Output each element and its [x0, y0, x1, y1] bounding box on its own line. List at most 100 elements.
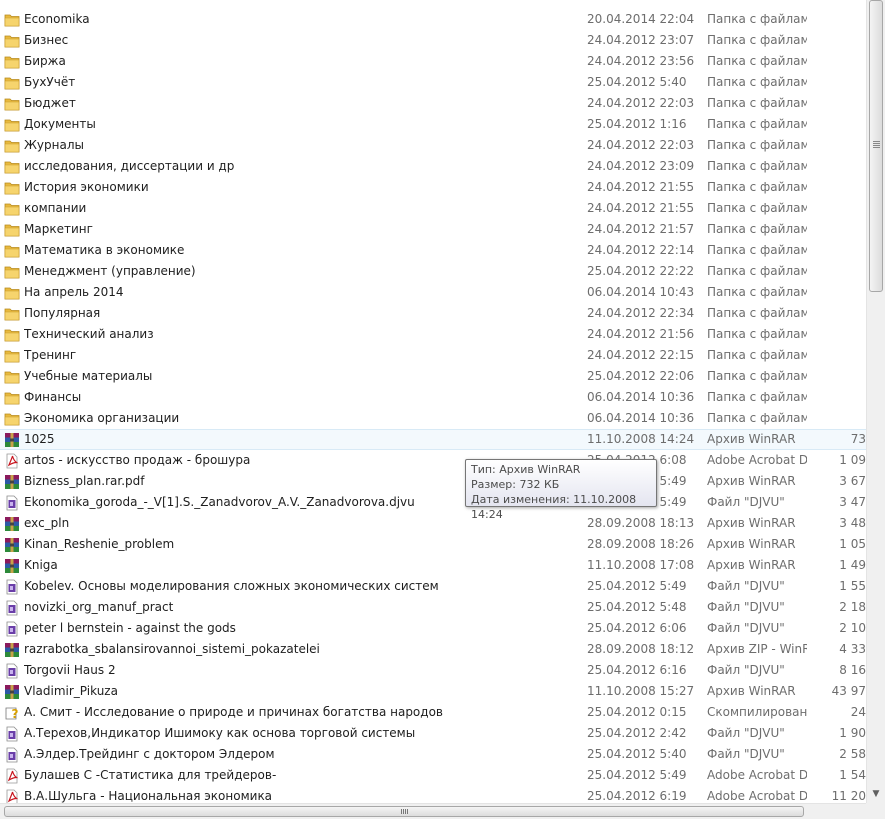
file-date: 25.04.2012 0:15 — [587, 705, 687, 719]
file-row[interactable]: Ekonomika_goroda_-_V[1].S._Zanadvorov_A.… — [0, 492, 866, 513]
vertical-scroll-thumb[interactable] — [869, 0, 883, 292]
file-date: 25.04.2012 5:49 — [587, 579, 687, 593]
file-list[interactable]: Economika 20.04.2014 22:04 Папка с файлами… — [0, 0, 866, 803]
file-size: 1 55 — [839, 579, 866, 593]
file-date: 24.04.2012 23:56 — [587, 54, 695, 68]
file-row[interactable]: novizki_org_manuf_pract 25.04.2012 5:48 Фа… — [0, 597, 866, 618]
file-row[interactable]: Менеджмент (управление) 25.04.2012 22:22 П… — [0, 261, 866, 282]
winrar-archive-icon — [4, 516, 20, 532]
file-type: Архив WinRAR — [707, 558, 796, 572]
scrollbar-corner — [866, 803, 885, 819]
file-row[interactable]: компании 24.04.2012 21:55 Папка с файлами — [0, 198, 866, 219]
grip-icon — [401, 809, 409, 814]
file-name: peter l bernstein - against the gods — [24, 621, 236, 635]
file-size: 3 48 — [839, 516, 866, 530]
file-type: Папка с файлами — [707, 390, 807, 404]
horizontal-scroll-thumb[interactable] — [4, 806, 804, 817]
file-row[interactable]: Булашев С -Статистика для трейдеров- 25.0… — [0, 765, 866, 786]
file-date: 11.10.2008 14:24 — [587, 432, 695, 446]
file-row[interactable]: exc_pln 28.09.2008 18:13 Архив WinRAR 3 48 — [0, 513, 866, 534]
file-row[interactable]: Economika 20.04.2014 22:04 Папка с файлами — [0, 9, 866, 30]
file-row[interactable]: Популярная 24.04.2012 22:34 Папка с файлам… — [0, 303, 866, 324]
file-date: 25.04.2012 5:40 — [587, 75, 687, 89]
file-row[interactable]: Технический анализ 24.04.2012 21:56 Папка … — [0, 324, 866, 345]
file-row[interactable]: Документы 25.04.2012 1:16 Папка с файлами — [0, 114, 866, 135]
pdf-icon — [4, 768, 20, 784]
file-row[interactable]: 1025 11.10.2008 14:24 Архив WinRAR 73 — [0, 429, 866, 450]
file-name: Учебные материалы — [24, 369, 153, 383]
file-row[interactable]: Kinan_Reshenie_problem 28.09.2008 18:26 Ар… — [0, 534, 866, 555]
file-type: Папка с файлами — [707, 33, 807, 47]
file-row[interactable]: Бизнес 24.04.2012 23:07 Папка с файлами — [0, 30, 866, 51]
file-row[interactable]: Маркетинг 24.04.2012 21:57 Папка с файлами — [0, 219, 866, 240]
file-row[interactable]: В.А.Шульга - Национальная экономика 25.04… — [0, 786, 866, 803]
file-name: Маркетинг — [24, 222, 93, 236]
file-row[interactable]: Kniga 11.10.2008 17:08 Архив WinRAR 1 49 — [0, 555, 866, 576]
horizontal-scrollbar[interactable] — [0, 803, 866, 819]
file-type: Папка с файлами — [707, 348, 807, 362]
file-size: 11 20 — [831, 789, 866, 803]
file-row[interactable]: Журналы 24.04.2012 22:03 Папка с файлами — [0, 135, 866, 156]
file-name: Economika — [24, 12, 90, 26]
file-tooltip: Тип: Архив WinRAR Размер: 732 КБ Дата из… — [465, 459, 657, 521]
file-type: Папка с файлами — [707, 75, 807, 89]
file-row[interactable]: исследования, диссертации и др 24.04.2012… — [0, 156, 866, 177]
file-date: 28.09.2008 18:12 — [587, 642, 695, 656]
file-row[interactable]: Torgovii Haus 2 25.04.2012 6:16 Файл "DJVU… — [0, 660, 866, 681]
file-name: Kniga — [24, 558, 58, 572]
file-name: Математика в экономике — [24, 243, 185, 257]
file-row[interactable]: Kobelev. Основы моделирования сложных эк… — [0, 576, 866, 597]
file-type: Папка с файлами — [707, 96, 807, 110]
file-row[interactable]: peter l bernstein - against the gods 25.0… — [0, 618, 866, 639]
winrar-archive-icon — [4, 432, 20, 448]
file-row[interactable]: БухУчёт 25.04.2012 5:40 Папка с файлами — [0, 72, 866, 93]
file-name: А.Элдер.Трейдинг с доктором Элдером — [24, 747, 275, 761]
file-row[interactable]: На апрель 2014 06.04.2014 10:43 Папка с фа… — [0, 282, 866, 303]
file-name: История экономики — [24, 180, 149, 194]
file-name: Kobelev. Основы моделирования сложных эк… — [24, 579, 439, 593]
file-name: Экономика организации — [24, 411, 180, 425]
tooltip-size: Размер: 732 КБ — [471, 478, 560, 491]
chm-help-file-icon: ? — [4, 705, 20, 721]
file-name: razrabotka_sbalansirovannoi_sistemi_poka… — [24, 642, 320, 656]
vertical-scrollbar[interactable]: ▼ — [866, 0, 885, 803]
file-size: 2 58 — [839, 747, 866, 761]
file-row[interactable]: Бюджет 24.04.2012 22:03 Папка с файлами — [0, 93, 866, 114]
file-row[interactable]: А.Терехов,Индикатор Ишимоку как основа т… — [0, 723, 866, 744]
file-date: 11.10.2008 15:27 — [587, 684, 695, 698]
folder-icon — [4, 264, 20, 280]
folder-icon — [4, 411, 20, 427]
file-row[interactable]: Vladimir_Pikuza 11.10.2008 15:27 Архив Win… — [0, 681, 866, 702]
file-row[interactable]: razrabotka_sbalansirovannoi_sistemi_poka… — [0, 639, 866, 660]
file-row[interactable]: ? А. Смит - Исследование о природе и прич… — [0, 702, 866, 723]
file-type: Папка с файлами — [707, 411, 807, 425]
folder-icon — [4, 390, 20, 406]
file-size: 2 18 — [839, 600, 866, 614]
file-row[interactable]: А.Элдер.Трейдинг с доктором Элдером 25.04… — [0, 744, 866, 765]
file-row[interactable]: Учебные материалы 25.04.2012 22:06 Папка с… — [0, 366, 866, 387]
file-type: Скомпилирован... — [707, 705, 807, 719]
file-date: 25.04.2012 6:16 — [587, 663, 687, 677]
file-row[interactable]: Тренинг 24.04.2012 22:15 Папка с файлами — [0, 345, 866, 366]
file-name: Torgovii Haus 2 — [24, 663, 116, 677]
winrar-archive-icon — [4, 474, 20, 490]
file-type: Архив WinRAR — [707, 537, 796, 551]
file-type: Файл "DJVU" — [707, 495, 785, 509]
file-row[interactable]: Математика в экономике 24.04.2012 22:14 Па… — [0, 240, 866, 261]
file-date: 25.04.2012 2:42 — [587, 726, 687, 740]
file-type: Папка с файлами — [707, 138, 807, 152]
file-date: 24.04.2012 22:15 — [587, 348, 695, 362]
file-name: На апрель 2014 — [24, 285, 124, 299]
scroll-down-arrow-icon[interactable]: ▼ — [869, 787, 883, 801]
file-type: Файл "DJVU" — [707, 621, 785, 635]
file-date: 24.04.2012 21:55 — [587, 180, 695, 194]
file-type: Adobe Acrobat D... — [707, 453, 807, 467]
file-row[interactable]: Bizness_plan.rar.pdf25.04.2012 5:49Архив… — [0, 471, 866, 492]
file-row[interactable]: Биржа 24.04.2012 23:56 Папка с файлами — [0, 51, 866, 72]
file-date: 25.04.2012 22:06 — [587, 369, 695, 383]
file-row[interactable]: Финансы 06.04.2014 10:36 Папка с файлами — [0, 387, 866, 408]
file-row[interactable]: История экономики 24.04.2012 21:55 Папка с… — [0, 177, 866, 198]
file-row[interactable]: Экономика организации 06.04.2014 10:36 Пап… — [0, 408, 866, 429]
file-date: 24.04.2012 23:07 — [587, 33, 695, 47]
file-row[interactable]: artos - искусство продаж - брошура25.04.… — [0, 450, 866, 471]
